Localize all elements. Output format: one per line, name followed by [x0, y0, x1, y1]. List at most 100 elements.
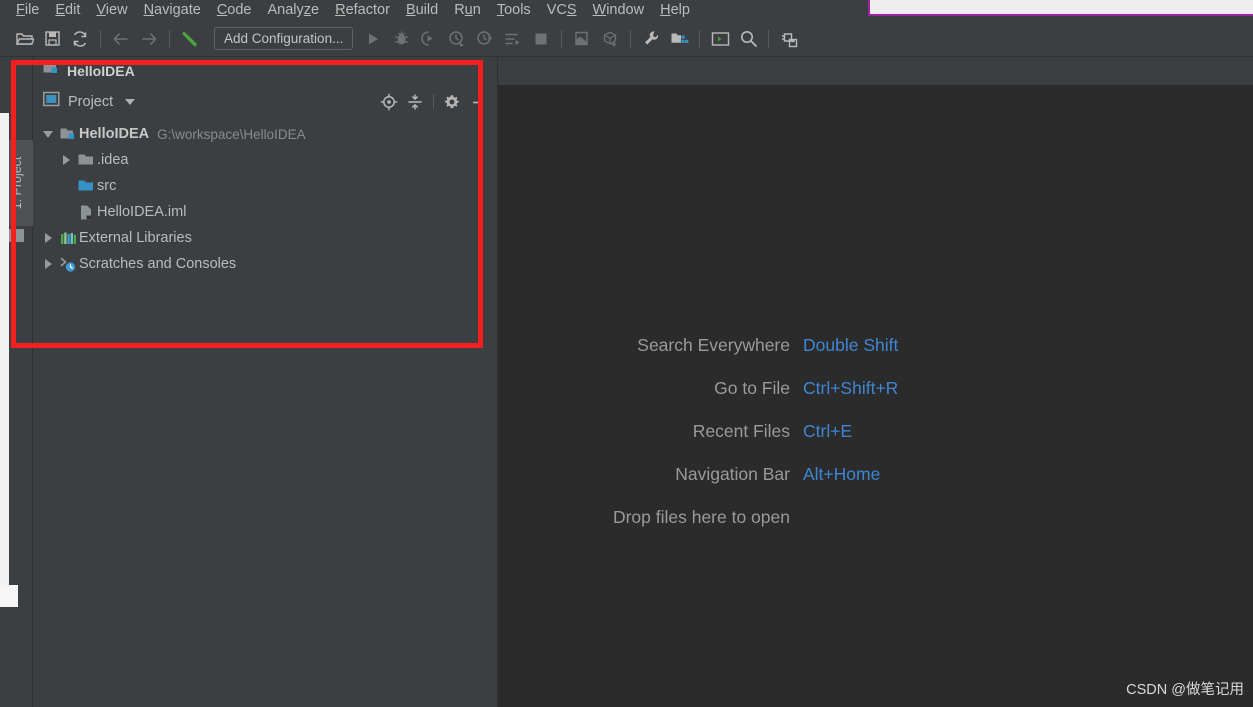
watermark: CSDN @做笔记用 [1126, 682, 1244, 698]
collapse-all-icon[interactable] [402, 89, 428, 115]
background-window-left-corner: ⋮ [0, 585, 18, 607]
project-tab-label: 1: Project [9, 156, 24, 210]
search-icon[interactable] [734, 25, 762, 53]
menu-item-analyze[interactable]: Analyze [260, 0, 328, 21]
menu-item-navigate[interactable]: Navigate [136, 0, 209, 21]
hint-label: Drop files here to open [612, 507, 790, 527]
tree-row-external-libraries[interactable]: External Libraries [33, 225, 497, 251]
breadcrumb: HelloIDEA [33, 57, 497, 85]
folder-icon [75, 153, 97, 167]
hint-row: Recent Files Ctrl+E [498, 421, 1253, 442]
profiler-icon[interactable] [443, 25, 471, 53]
expand-arrow-icon[interactable] [57, 155, 75, 165]
run-with-coverage-icon[interactable] [415, 25, 443, 53]
hint-label: Recent Files [692, 421, 790, 441]
idea-window: File Edit View Navigate Code Analyze Ref… [0, 0, 1253, 707]
tree-row-scratches[interactable]: Scratches and Consoles [33, 251, 497, 277]
project-panel-title: Project [68, 93, 114, 110]
hint-row: Navigation Bar Alt+Home [498, 464, 1253, 485]
toolbar-separator-6 [768, 29, 770, 48]
toolbar-separator-4 [630, 29, 632, 48]
menu-item-file[interactable]: File [8, 0, 47, 21]
hint-row: Drop files here to open [498, 507, 1253, 528]
add-configuration-button[interactable]: Add Configuration... [214, 27, 354, 50]
structure-tool-icon[interactable] [9, 229, 24, 242]
tree-label: External Libraries [79, 230, 192, 246]
menu-item-run[interactable]: Run [446, 0, 489, 21]
toolbar-separator-2 [169, 29, 170, 48]
expand-arrow-icon[interactable] [39, 233, 57, 243]
debug-bug-icon[interactable] [387, 25, 415, 53]
menu-item-view[interactable]: View [88, 0, 135, 21]
hint-shortcut: Alt+Home [803, 464, 881, 484]
settings-wrench-icon[interactable] [637, 25, 665, 53]
tree-label: HelloIDEA.iml [97, 204, 187, 220]
tree-label: Scratches and Consoles [79, 256, 237, 272]
project-panel-header: Project [33, 85, 497, 118]
hint-row: Search Everywhere Double Shift [498, 335, 1253, 356]
run-icon[interactable] [359, 25, 387, 53]
gear-icon[interactable] [439, 89, 465, 115]
hint-label: Navigation Bar [675, 464, 790, 484]
save-icon[interactable] [38, 25, 66, 53]
background-window-left-edge [0, 113, 9, 605]
minimize-icon[interactable] [465, 89, 491, 115]
toolbar-separator-3 [561, 29, 563, 48]
expand-arrow-icon[interactable] [39, 130, 57, 138]
tree-row-iml[interactable]: HelloIDEA.iml [33, 199, 497, 225]
toolbar-separator-1 [100, 29, 101, 48]
menu-item-code[interactable]: Code [209, 0, 260, 21]
hint-row: Go to File Ctrl+Shift+R [498, 378, 1253, 399]
scratches-icon [57, 256, 79, 273]
tree-label: HelloIDEA [79, 126, 150, 142]
menu-item-refactor[interactable]: Refactor [327, 0, 398, 21]
open-folder-icon[interactable] [10, 25, 38, 53]
menu-item-help[interactable]: Help [652, 0, 698, 21]
sync-icon[interactable] [66, 25, 94, 53]
libraries-icon [57, 231, 79, 246]
editor-empty-area[interactable]: Search Everywhere Double Shift Go to Fil… [498, 85, 1253, 707]
hint-shortcut: Ctrl+Shift+R [803, 378, 899, 398]
run-dashboard-icon[interactable] [499, 25, 527, 53]
stop-icon[interactable] [527, 25, 555, 53]
tree-row-idea[interactable]: .idea [33, 147, 497, 173]
menu-item-build[interactable]: Build [398, 0, 446, 21]
tree-label: .idea [97, 152, 129, 168]
main-toolbar: Add Configuration... [0, 21, 1253, 57]
commit-icon[interactable] [596, 25, 624, 53]
project-view-icon [43, 91, 60, 112]
tree-row-src[interactable]: src [33, 173, 497, 199]
toolbar-separator-5 [699, 29, 701, 48]
hint-shortcut: Ctrl+E [803, 421, 853, 441]
menu-item-window[interactable]: Window [585, 0, 653, 21]
menu-item-edit[interactable]: Edit [47, 0, 88, 21]
hint-shortcut: Double Shift [803, 335, 899, 355]
hint-label: Search Everywhere [637, 335, 790, 355]
build-hammer-icon[interactable] [176, 25, 204, 53]
chevron-down-icon[interactable] [125, 98, 136, 105]
menu-item-vcs[interactable]: VCS [539, 0, 585, 21]
select-opened-file-icon[interactable] [376, 89, 402, 115]
editor-hints: Search Everywhere Double Shift Go to Fil… [498, 335, 1253, 528]
tree-row-helloidea[interactable]: HelloIDEA G:\workspace\HelloIDEA [33, 121, 497, 147]
project-structure-icon[interactable] [665, 25, 693, 53]
attach-to-process-icon[interactable] [775, 25, 803, 53]
back-arrow-icon[interactable] [107, 25, 135, 53]
background-window-edge [868, 0, 1253, 16]
update-project-icon[interactable] [568, 25, 596, 53]
project-module-icon [57, 127, 79, 142]
project-module-icon [43, 61, 60, 81]
breadcrumb-project-name: HelloIDEA [67, 63, 135, 79]
hint-label: Go to File [714, 378, 790, 398]
attach-profiler-icon[interactable] [471, 25, 499, 53]
tree-project-path: G:\workspace\HelloIDEA [157, 126, 306, 142]
forward-arrow-icon[interactable] [135, 25, 163, 53]
iml-file-icon [75, 204, 97, 221]
expand-arrow-icon[interactable] [39, 259, 57, 269]
terminal-icon[interactable] [706, 25, 734, 53]
header-separator [433, 94, 434, 109]
editor-tab-strip [498, 57, 1253, 85]
project-tree: HelloIDEA G:\workspace\HelloIDEA .idea s… [33, 118, 497, 707]
menu-item-tools[interactable]: Tools [489, 0, 539, 21]
source-folder-icon [75, 179, 97, 193]
